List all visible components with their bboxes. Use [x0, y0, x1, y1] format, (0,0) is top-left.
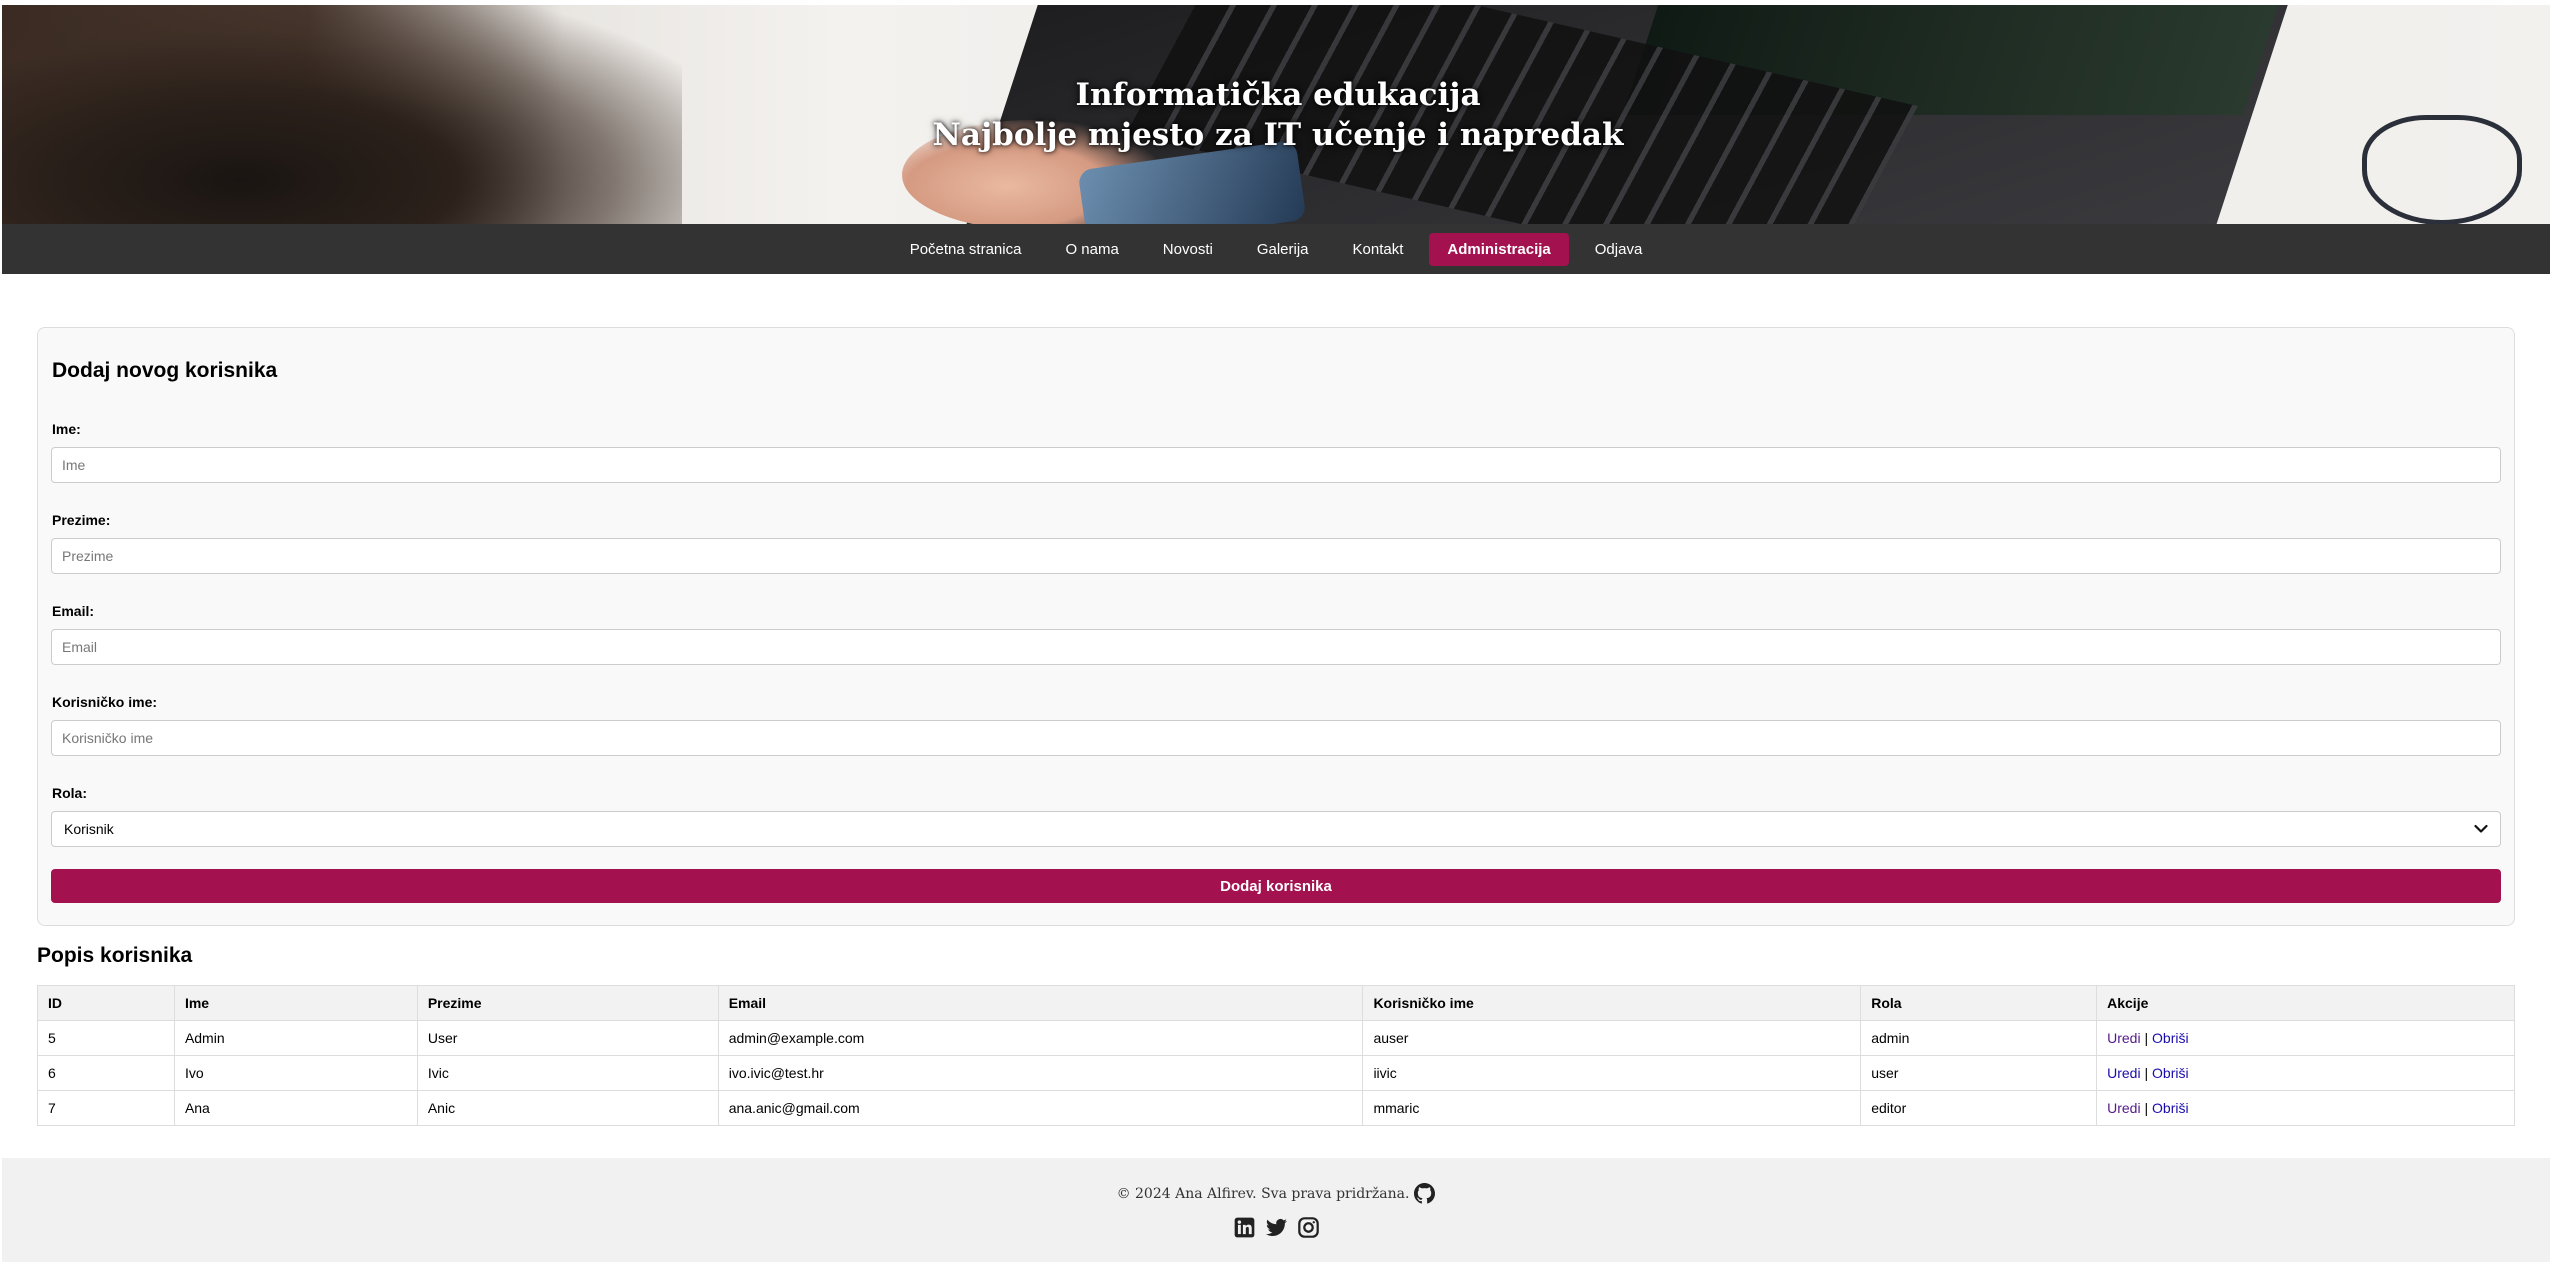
ime-field[interactable] — [51, 447, 2501, 483]
cell-akcije: Uredi | Obriši — [2096, 1055, 2515, 1091]
column-header-email: Email — [717, 985, 1364, 1021]
cell-username: iivic — [1362, 1055, 1862, 1091]
cell-email: ivo.ivic@test.hr — [717, 1055, 1364, 1091]
cell-prezime: Anic — [416, 1090, 719, 1126]
action-separator: | — [2144, 1100, 2149, 1116]
hero-title-line2: Najbolje mjesto za IT učenje i napredak — [932, 117, 1624, 153]
rola-selected-value: Korisnik — [64, 821, 114, 837]
cell-prezime: Ivic — [416, 1055, 719, 1091]
column-header-ime: Ime — [173, 985, 418, 1021]
nav-item-pocetna[interactable]: Početna stranica — [892, 233, 1040, 266]
column-header-prezime: Prezime — [416, 985, 719, 1021]
add-user-form: Dodaj novog korisnika Ime: Prezime: Emai… — [37, 327, 2515, 926]
delete-link[interactable]: Obriši — [2152, 1100, 2189, 1116]
ime-label: Ime: — [52, 421, 81, 437]
github-icon[interactable] — [1414, 1183, 1436, 1204]
chevron-down-icon — [2474, 824, 2488, 833]
cell-email: ana.anic@gmail.com — [717, 1090, 1364, 1126]
cell-id: 6 — [37, 1055, 175, 1091]
add-user-button[interactable]: Dodaj korisnika — [51, 869, 2501, 903]
cell-ime: Ana — [173, 1090, 418, 1126]
username-label: Korisničko ime: — [52, 694, 158, 710]
hero-title: Informatička edukacija Najbolje mjesto z… — [2, 75, 2550, 155]
users-table: ID Ime Prezime Email Korisničko ime Rola… — [37, 985, 2515, 1126]
nav-item-novosti[interactable]: Novosti — [1145, 233, 1231, 266]
nav-item-galerija[interactable]: Galerija — [1239, 233, 1327, 266]
table-header-row: ID Ime Prezime Email Korisničko ime Rola… — [37, 985, 2515, 1021]
rola-label: Rola: — [52, 785, 87, 801]
action-separator: | — [2144, 1030, 2149, 1046]
cell-username: mmaric — [1362, 1090, 1862, 1126]
linkedin-icon[interactable] — [1234, 1217, 1255, 1238]
cell-rola: user — [1860, 1055, 2098, 1091]
cell-akcije: Uredi | Obriši — [2096, 1090, 2515, 1126]
cell-ime: Ivo — [173, 1055, 418, 1091]
edit-link[interactable]: Uredi — [2107, 1065, 2140, 1081]
nav-item-odjava[interactable]: Odjava — [1577, 233, 1661, 266]
cell-rola: editor — [1860, 1090, 2098, 1126]
email-field[interactable] — [51, 629, 2501, 665]
nav-item-o-nama[interactable]: O nama — [1047, 233, 1136, 266]
action-separator: | — [2144, 1065, 2149, 1081]
table-row: 7 Ana Anic ana.anic@gmail.com mmaric edi… — [37, 1090, 2515, 1126]
edit-link[interactable]: Uredi — [2107, 1030, 2140, 1046]
rola-select[interactable]: Korisnik — [51, 811, 2501, 847]
form-title: Dodaj novog korisnika — [52, 359, 278, 382]
edit-link[interactable]: Uredi — [2107, 1100, 2140, 1116]
table-row: 5 Admin User admin@example.com auser adm… — [37, 1020, 2515, 1056]
users-list-title: Popis korisnika — [37, 944, 193, 967]
cell-email: admin@example.com — [717, 1020, 1364, 1056]
column-header-username: Korisničko ime — [1362, 985, 1862, 1021]
table-row: 6 Ivo Ivic ivo.ivic@test.hr iivic user U… — [37, 1055, 2515, 1091]
cell-id: 5 — [37, 1020, 175, 1056]
cell-ime: Admin — [173, 1020, 418, 1056]
cell-akcije: Uredi | Obriši — [2096, 1020, 2515, 1056]
username-field[interactable] — [51, 720, 2501, 756]
prezime-field[interactable] — [51, 538, 2501, 574]
nav-item-kontakt[interactable]: Kontakt — [1335, 233, 1422, 266]
hero-banner: Informatička edukacija Najbolje mjesto z… — [2, 5, 2550, 224]
instagram-icon[interactable] — [1297, 1217, 1319, 1238]
prezime-label: Prezime: — [52, 512, 111, 528]
delete-link[interactable]: Obriši — [2152, 1065, 2189, 1081]
cell-username: auser — [1362, 1020, 1862, 1056]
column-header-id: ID — [37, 985, 175, 1021]
copyright-text: © 2024 Ana Alfirev. Sva prava pridržana. — [1116, 1185, 1410, 1202]
footer: © 2024 Ana Alfirev. Sva prava pridržana. — [2, 1158, 2550, 1262]
cell-id: 7 — [37, 1090, 175, 1126]
main-navigation: Početna stranica O nama Novosti Galerija… — [2, 224, 2550, 274]
nav-item-administracija[interactable]: Administracija — [1429, 232, 1569, 266]
social-links — [2, 1217, 2550, 1238]
hero-title-line1: Informatička edukacija — [1075, 77, 1481, 113]
delete-link[interactable]: Obriši — [2152, 1030, 2189, 1046]
twitter-icon[interactable] — [1265, 1217, 1287, 1238]
footer-copyright-line: © 2024 Ana Alfirev. Sva prava pridržana. — [2, 1183, 2550, 1204]
cell-rola: admin — [1860, 1020, 2098, 1056]
email-label: Email: — [52, 603, 95, 619]
column-header-akcije: Akcije — [2096, 985, 2515, 1021]
column-header-rola: Rola — [1860, 985, 2098, 1021]
cell-prezime: User — [416, 1020, 719, 1056]
